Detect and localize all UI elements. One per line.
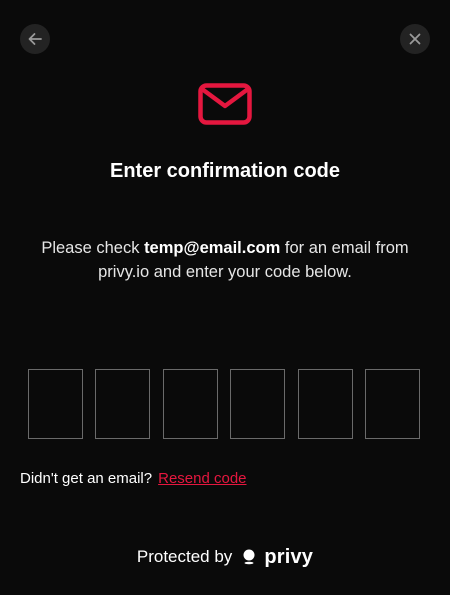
mail-icon — [198, 83, 252, 125]
code-digit-5[interactable] — [298, 369, 353, 439]
code-digit-4[interactable] — [230, 369, 285, 439]
close-icon — [409, 33, 421, 45]
back-button[interactable] — [20, 24, 50, 54]
protected-by-label: Protected by — [136, 547, 233, 566]
resend-row: Didn't get an email? Resend code — [20, 469, 247, 489]
resend-prompt: Didn't get an email? — [20, 470, 153, 487]
code-digit-2[interactable] — [95, 369, 150, 439]
resend-code-link[interactable]: Resend code — [158, 470, 246, 487]
arrow-left-icon — [28, 33, 42, 45]
privy-logo-icon — [242, 549, 256, 565]
code-digit-3[interactable] — [163, 369, 218, 439]
footer: Protected by privy — [0, 546, 450, 568]
page-title: Enter confirmation code — [109, 160, 341, 182]
code-input-row — [28, 369, 423, 441]
email-address: temp@email.com — [144, 239, 281, 257]
privy-brand-name: privy — [264, 546, 314, 568]
confirmation-code-modal: Enter confirmation code Please check tem… — [0, 0, 450, 595]
close-button[interactable] — [400, 24, 430, 54]
code-digit-1[interactable] — [28, 369, 83, 439]
code-digit-6[interactable] — [365, 369, 420, 439]
instructions-text: Please check temp@email.com for an email… — [25, 236, 425, 284]
instructions-prefix: Please check — [41, 239, 145, 257]
